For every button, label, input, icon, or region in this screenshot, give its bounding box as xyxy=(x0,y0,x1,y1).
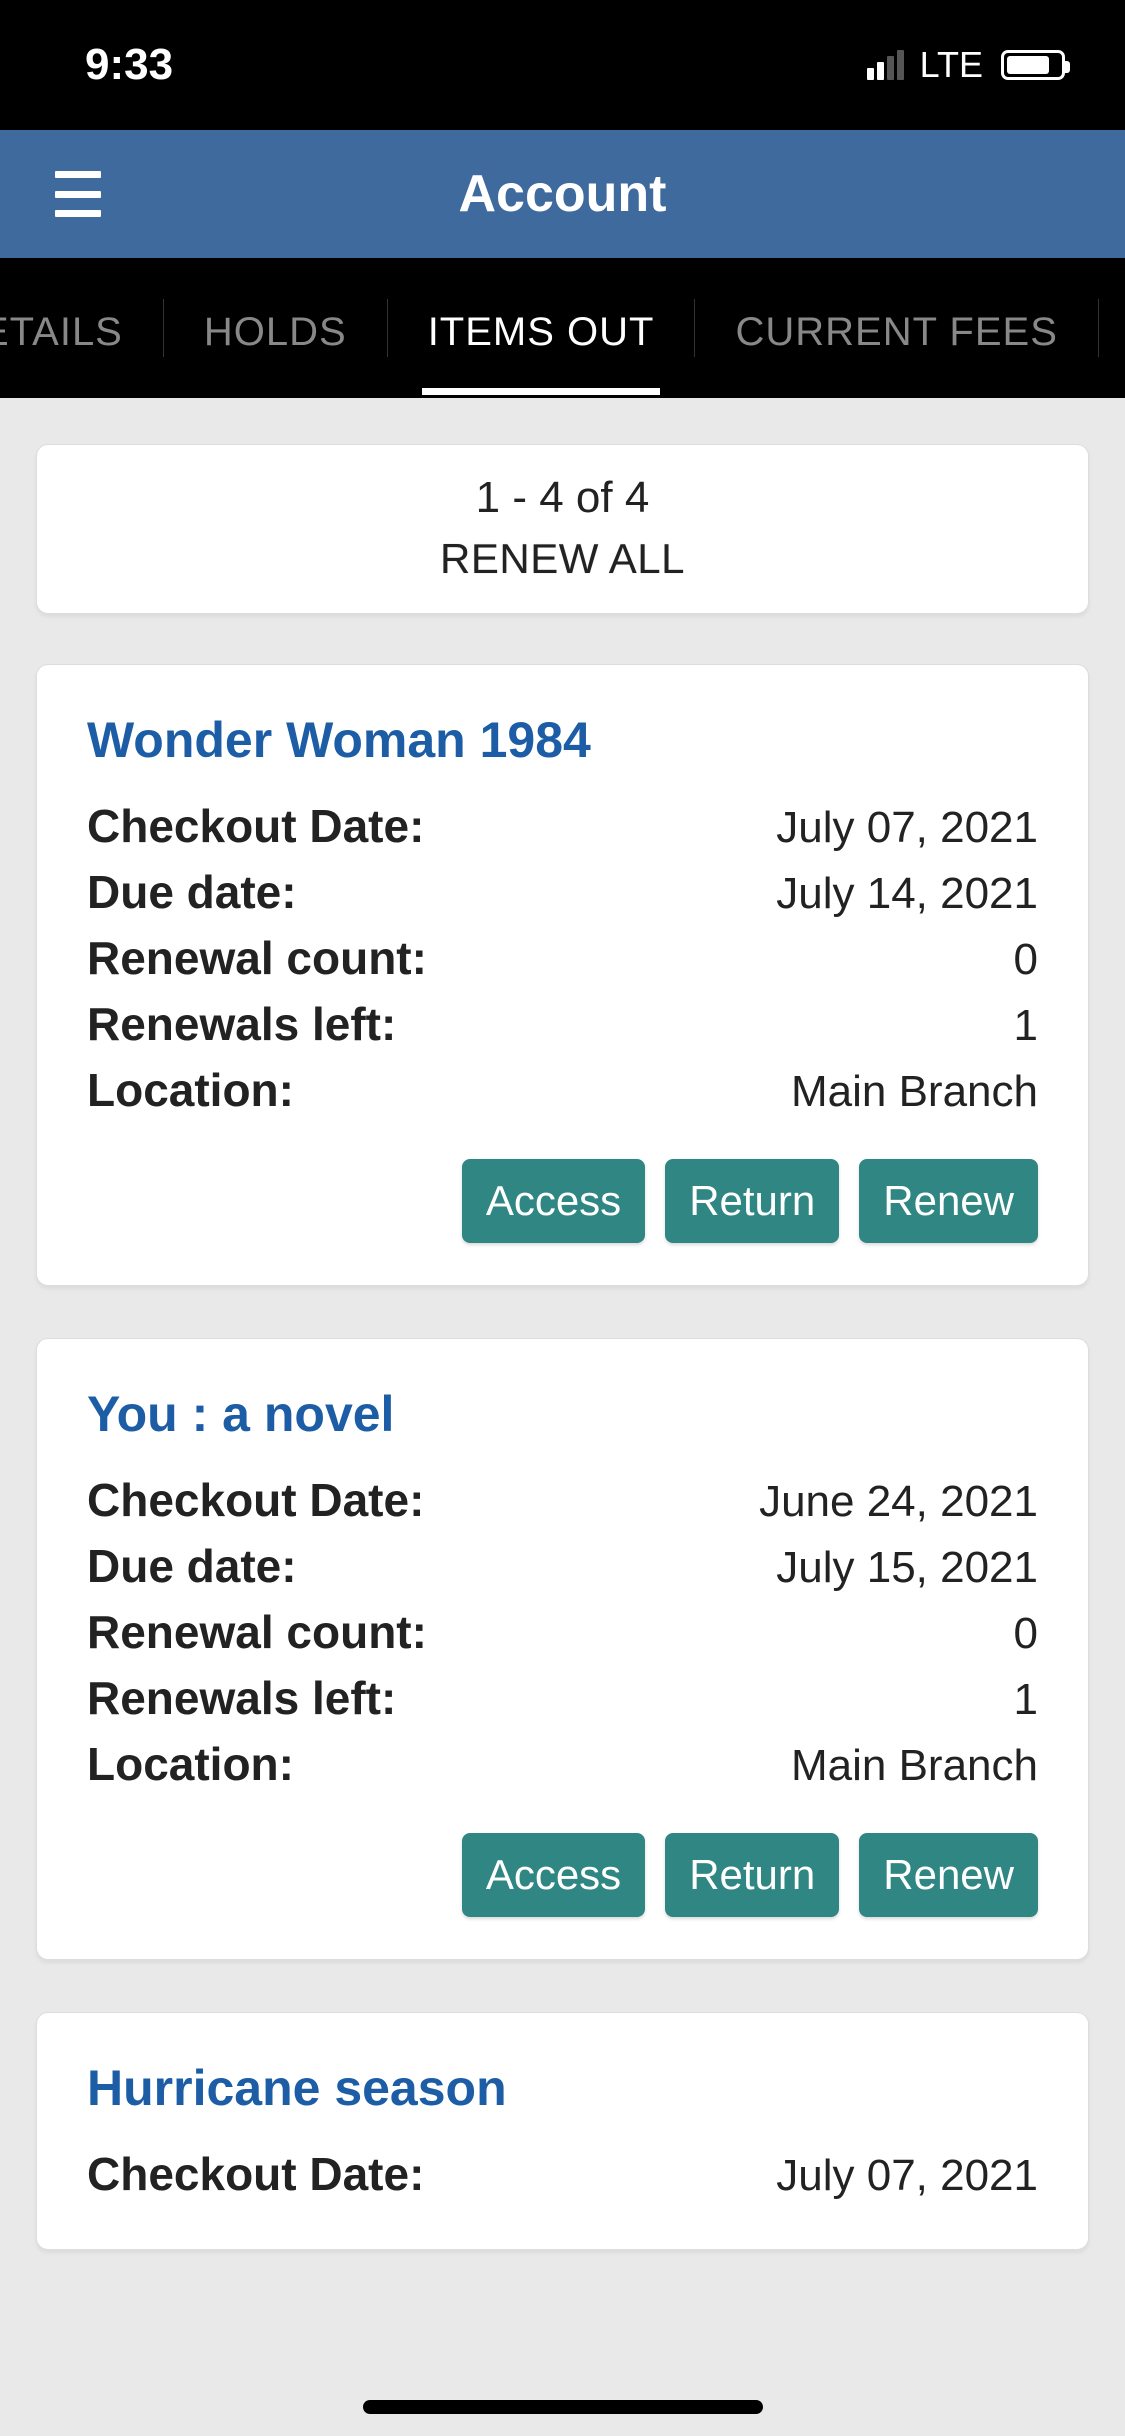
renewal-count-label: Renewal count: xyxy=(87,1605,427,1659)
location-label: Location: xyxy=(87,1063,294,1117)
access-button[interactable]: Access xyxy=(462,1159,645,1243)
battery-icon xyxy=(1001,50,1065,80)
home-indicator[interactable] xyxy=(363,2400,763,2414)
renewals-left-label: Renewals left: xyxy=(87,1671,396,1725)
location-label: Location: xyxy=(87,1737,294,1791)
tab-items-out[interactable]: ITEMS OUT xyxy=(388,262,695,395)
location-row: Location: Main Branch xyxy=(87,1057,1038,1123)
scroll-area[interactable]: 1 - 4 of 4 RENEW ALL Wonder Woman 1984 Ch… xyxy=(0,398,1125,2436)
checkout-date-label: Checkout Date: xyxy=(87,1473,424,1527)
renewal-count-value: 0 xyxy=(1014,1609,1038,1659)
renewals-left-value: 1 xyxy=(1014,1675,1038,1725)
page-title: Account xyxy=(0,164,1125,224)
location-row: Location: Main Branch xyxy=(87,1731,1038,1797)
app-bar: Account xyxy=(0,130,1125,258)
item-actions: AccessReturnRenew xyxy=(87,1833,1038,1917)
due-date-row: Due date: July 14, 2021 xyxy=(87,859,1038,925)
renew-button[interactable]: Renew xyxy=(859,1833,1038,1917)
renew-button[interactable]: Renew xyxy=(859,1159,1038,1243)
renewals-left-label: Renewals left: xyxy=(87,997,396,1051)
network-label: LTE xyxy=(920,44,983,86)
status-right: LTE xyxy=(867,44,1065,86)
checkout-date-row: Checkout Date: July 07, 2021 xyxy=(87,2141,1038,2207)
item-card: You : a novel Checkout Date: June 24, 2021… xyxy=(36,1338,1089,1960)
checkout-date-value: July 07, 2021 xyxy=(776,803,1038,853)
access-button[interactable]: Access xyxy=(462,1833,645,1917)
renewal-count-label: Renewal count: xyxy=(87,931,427,985)
tab-holds[interactable]: HOLDS xyxy=(164,262,387,395)
signal-icon xyxy=(867,50,904,80)
location-value: Main Branch xyxy=(791,1067,1038,1117)
renewals-left-value: 1 xyxy=(1014,1001,1038,1051)
return-button[interactable]: Return xyxy=(665,1833,839,1917)
item-card: Wonder Woman 1984 Checkout Date: July 07, … xyxy=(36,664,1089,1286)
item-card: Hurricane season Checkout Date: July 07, 2… xyxy=(36,2012,1089,2250)
summary-card: 1 - 4 of 4 RENEW ALL xyxy=(36,444,1089,614)
checkout-date-value: July 07, 2021 xyxy=(776,2151,1038,2201)
tabs: ETAILSHOLDSITEMS OUTCURRENT FEESR xyxy=(0,258,1125,398)
renewals-left-row: Renewals left: 1 xyxy=(87,1665,1038,1731)
due-date-value: July 14, 2021 xyxy=(776,869,1038,919)
checkout-date-value: June 24, 2021 xyxy=(759,1477,1038,1527)
due-date-value: July 15, 2021 xyxy=(776,1543,1038,1593)
menu-icon[interactable] xyxy=(55,171,101,217)
tab-current-fees[interactable]: CURRENT FEES xyxy=(695,262,1097,395)
checkout-date-label: Checkout Date: xyxy=(87,2147,424,2201)
item-title-link[interactable]: You : a novel xyxy=(87,1385,1038,1443)
tab-etails[interactable]: ETAILS xyxy=(0,262,163,395)
checkout-date-row: Checkout Date: July 07, 2021 xyxy=(87,793,1038,859)
renewals-left-row: Renewals left: 1 xyxy=(87,991,1038,1057)
item-title-link[interactable]: Hurricane season xyxy=(87,2059,1038,2117)
due-date-row: Due date: July 15, 2021 xyxy=(87,1533,1038,1599)
status-time: 9:33 xyxy=(85,40,173,90)
return-button[interactable]: Return xyxy=(665,1159,839,1243)
renewal-count-value: 0 xyxy=(1014,935,1038,985)
due-date-label: Due date: xyxy=(87,865,297,919)
tab-r[interactable]: R xyxy=(1099,262,1125,395)
renewal-count-row: Renewal count: 0 xyxy=(87,1599,1038,1665)
results-range: 1 - 4 of 4 xyxy=(37,473,1088,523)
status-bar: 9:33 LTE xyxy=(0,0,1125,130)
renewal-count-row: Renewal count: 0 xyxy=(87,925,1038,991)
renew-all-button[interactable]: RENEW ALL xyxy=(37,535,1088,583)
item-actions: AccessReturnRenew xyxy=(87,1159,1038,1243)
due-date-label: Due date: xyxy=(87,1539,297,1593)
checkout-date-row: Checkout Date: June 24, 2021 xyxy=(87,1467,1038,1533)
location-value: Main Branch xyxy=(791,1741,1038,1791)
checkout-date-label: Checkout Date: xyxy=(87,799,424,853)
item-title-link[interactable]: Wonder Woman 1984 xyxy=(87,711,1038,769)
